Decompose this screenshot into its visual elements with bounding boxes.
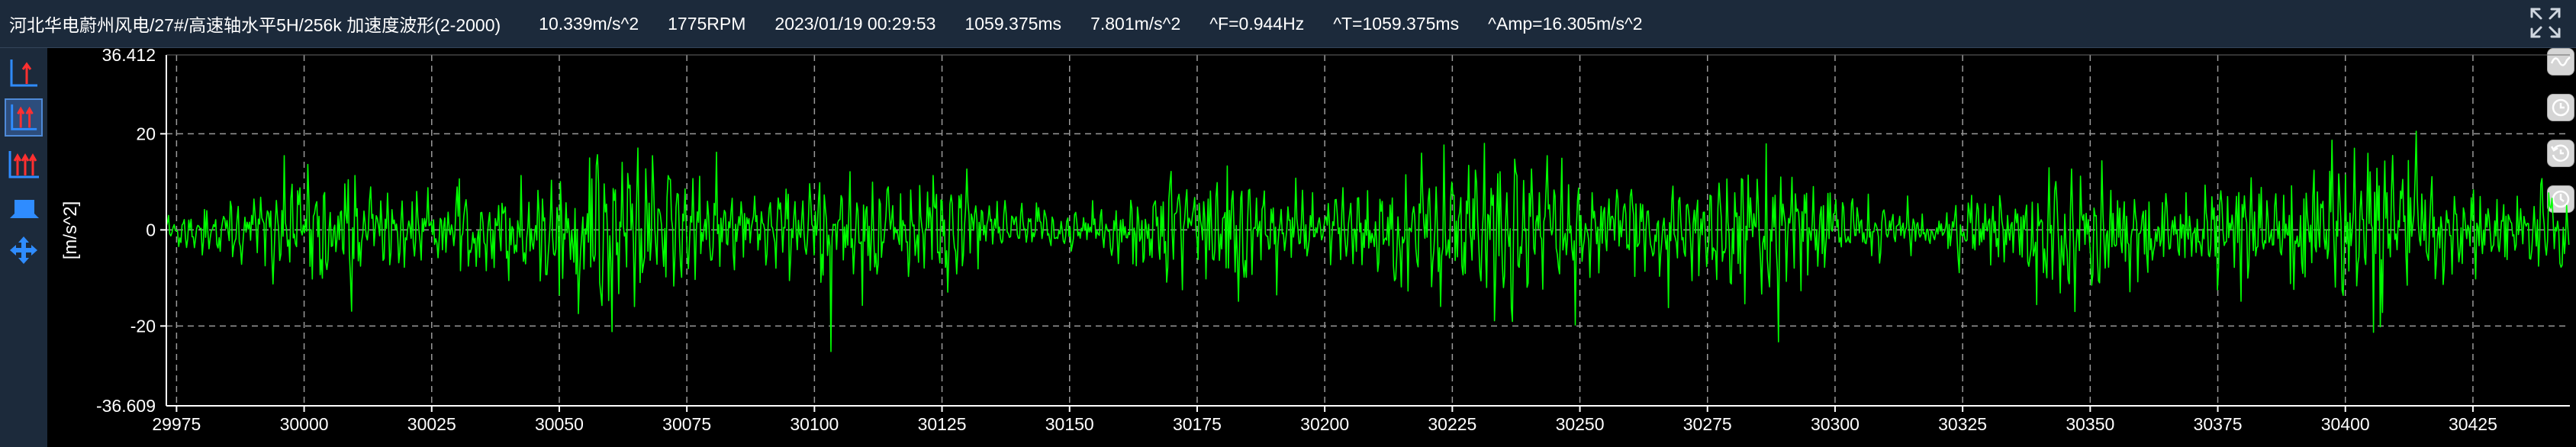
clock-refresh-button[interactable] <box>2547 140 2574 167</box>
x-tick-label: 30100 <box>790 414 839 434</box>
speed-value: 1775RPM <box>668 13 746 34</box>
x-tick-label: 29975 <box>152 414 201 434</box>
x-tick-label: 30250 <box>1556 414 1605 434</box>
x-tick-label: 30400 <box>2321 414 2370 434</box>
x-tick-label: 30325 <box>1938 414 1987 434</box>
x-tick-label: 30375 <box>2194 414 2243 434</box>
x-tick-label: 30225 <box>1428 414 1476 434</box>
clock-icon <box>2552 98 2570 117</box>
grid-lines <box>166 55 2570 406</box>
x-tick-label: 30025 <box>407 414 456 434</box>
axes <box>160 54 2570 412</box>
y-min-label: -36.609 <box>96 396 156 416</box>
y-tick-label: 0 <box>146 220 156 240</box>
delta-amplitude-value: ^Amp=16.305m/s^2 <box>1488 13 1643 34</box>
double-cursor-icon <box>11 104 37 130</box>
delta-frequency-value: ^F=0.944Hz <box>1209 13 1305 34</box>
single-cursor-button[interactable] <box>5 54 43 92</box>
waveform-chart[interactable]: 29975 30000 30025 30050 30075 30100 30125 30150… <box>0 0 2576 447</box>
x-tick-label: 30075 <box>662 414 711 434</box>
tick-labels: 29975 30000 30025 30050 30075 30100 30125 30150… <box>60 45 2497 434</box>
signal-layer <box>166 130 2570 352</box>
clock-refresh-icon <box>2550 144 2569 162</box>
rms-value: 10.339m/s^2 <box>539 13 639 34</box>
fullscreen-icon[interactable] <box>2529 6 2562 40</box>
clock-history-icon <box>2552 190 2570 208</box>
x-tick-label: 30350 <box>2066 414 2114 434</box>
waveform-icon <box>2550 56 2571 66</box>
move-arrows-icon <box>10 236 37 264</box>
cursor-amplitude-value: 7.801m/s^2 <box>1090 13 1181 34</box>
x-tick-label: 30200 <box>1300 414 1349 434</box>
y-tick-label: 20 <box>136 124 156 143</box>
x-tick-label: 30150 <box>1045 414 1094 434</box>
multi-cursor-icon <box>8 151 39 178</box>
clock-button[interactable] <box>2547 94 2574 121</box>
x-tick-label: 30175 <box>1173 414 1222 434</box>
left-toolbar <box>0 48 47 447</box>
single-cursor-icon <box>10 59 37 87</box>
x-tick-label: 30000 <box>280 414 329 434</box>
y-tick-label: -20 <box>130 316 156 336</box>
cursor-time-value: 1059.375ms <box>964 13 1062 34</box>
x-tick-label: 30125 <box>918 414 967 434</box>
header-bar: 河北华电蔚州风电/27#/高速轴水平5H/256k 加速度波形(2-2000) … <box>0 0 2576 48</box>
x-tick-label: 30275 <box>1683 414 1732 434</box>
datetime-value: 2023/01/19 00:29:53 <box>774 13 936 34</box>
laptop-icon <box>10 200 39 218</box>
clock-history-button[interactable] <box>2547 185 2574 213</box>
x-tick-label: 30300 <box>1811 414 1860 434</box>
signal-series-line <box>166 130 2570 352</box>
y-axis-label: [m/s^2] <box>60 201 81 260</box>
right-toolbar <box>2545 48 2576 231</box>
double-cursor-button[interactable] <box>5 98 43 137</box>
waveform-button[interactable] <box>2547 48 2574 76</box>
chart-title: 河北华电蔚州风电/27#/高速轴水平5H/256k 加速度波形(2-2000) <box>9 15 501 35</box>
waveform-viewer: 河北华电蔚州风电/27#/高速轴水平5H/256k 加速度波形(2-2000) … <box>0 0 2576 447</box>
x-tick-label: 30050 <box>535 414 584 434</box>
pan-button[interactable] <box>5 231 43 269</box>
laptop-button[interactable] <box>5 190 43 228</box>
x-tick-label: 30425 <box>2449 414 2497 434</box>
multi-cursor-button[interactable] <box>5 146 43 184</box>
delta-time-value: ^T=1059.375ms <box>1333 13 1460 34</box>
